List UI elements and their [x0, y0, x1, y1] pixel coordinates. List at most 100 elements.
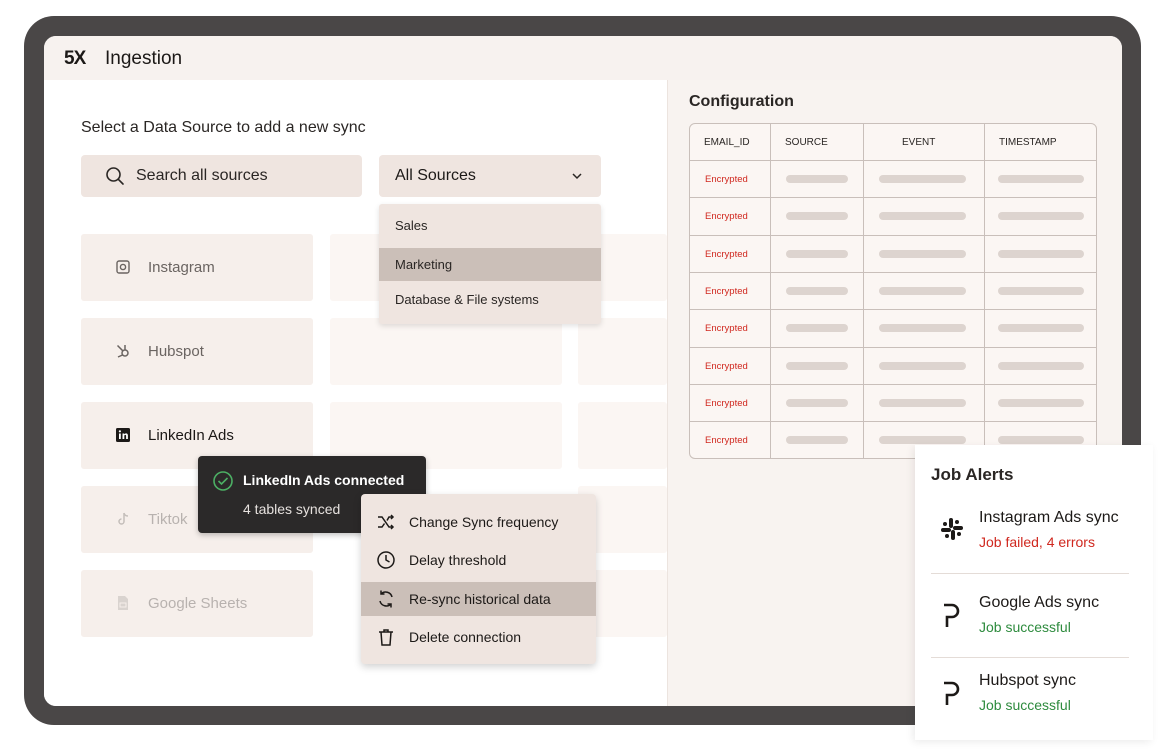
- source-label: Hubspot: [148, 343, 204, 360]
- clock-icon: [377, 551, 395, 569]
- connection-context-menu: Change Sync frequency Delay threshold Re…: [361, 494, 596, 664]
- placeholder-cell: [998, 249, 1084, 258]
- job-alerts-panel: Job Alerts Instagram Ads sync Job failed…: [915, 445, 1153, 740]
- toast-subtitle: 4 tables synced: [243, 501, 341, 517]
- placeholder-cell: [786, 324, 848, 333]
- search-placeholder: Search all sources: [136, 167, 268, 184]
- placeholder-cell: [786, 286, 848, 295]
- source-card-hubspot[interactable]: Hubspot: [81, 318, 313, 385]
- placeholder-cell: [879, 398, 966, 407]
- email-cell: Encrypted: [705, 211, 748, 223]
- email-cell: Encrypted: [705, 174, 748, 185]
- source-label: Tiktok: [148, 511, 188, 528]
- column-header: EMAIL_ID: [690, 124, 770, 160]
- source-label: LinkedIn Ads: [148, 427, 234, 444]
- menu-item-label: Delay threshold: [409, 552, 507, 568]
- placeholder-cell: [786, 175, 848, 183]
- email-cell: Encrypted: [705, 323, 748, 335]
- column-header: SOURCE: [771, 124, 863, 160]
- dropdown-option-database[interactable]: Database & File systems: [379, 283, 601, 316]
- job-alert-status: Job successful: [979, 619, 1071, 635]
- menu-item-resync-historical[interactable]: Re-sync historical data: [361, 582, 596, 616]
- job-alert-item[interactable]: Instagram Ads sync Job failed, 4 errors: [931, 509, 1129, 587]
- tiktok-icon: [118, 512, 129, 525]
- job-alert-name: Instagram Ads sync: [979, 509, 1119, 526]
- menu-item-label: Delete connection: [409, 629, 522, 645]
- table-row-divider: [690, 383, 1096, 385]
- slack-icon: [941, 518, 963, 540]
- table-row-divider: [690, 346, 1096, 348]
- job-alert-item[interactable]: Hubspot sync Job successful: [931, 672, 1129, 750]
- table-divider: [863, 124, 864, 458]
- placeholder-cell: [998, 286, 1084, 295]
- placeholder-cell: [998, 361, 1084, 370]
- option-label: Database & File systems: [395, 292, 539, 307]
- shuffle-icon: [378, 514, 395, 530]
- configuration-title: Configuration: [689, 93, 794, 110]
- placeholder-cell: [998, 398, 1084, 407]
- placeholder-cell: [998, 212, 1084, 221]
- toast-title: LinkedIn Ads connected: [243, 472, 405, 488]
- source-card-placeholder: [578, 318, 667, 385]
- logo: 5X: [64, 48, 86, 69]
- placeholder-cell: [786, 398, 848, 407]
- menu-item-delete-connection[interactable]: Delete connection: [361, 620, 596, 654]
- divider: [931, 657, 1129, 658]
- source-filter-dropdown: Sales Marketing Database & File systems: [379, 204, 601, 324]
- option-label: Marketing: [395, 257, 453, 272]
- placeholder-cell: [879, 286, 966, 295]
- configuration-table: EMAIL_ID SOURCE EVENT TIMESTAMP Encrypte…: [689, 123, 1097, 459]
- table-divider: [770, 124, 771, 458]
- placeholder-cell: [786, 361, 848, 370]
- placeholder-cell: [879, 436, 966, 445]
- p-logo-icon: [944, 603, 960, 627]
- instagram-icon: [116, 260, 130, 274]
- placeholder-cell: [998, 324, 1084, 333]
- linkedin-icon: [116, 428, 130, 442]
- source-card-instagram[interactable]: Instagram: [81, 234, 313, 301]
- hubspot-icon: [116, 344, 129, 358]
- source-card-placeholder: [578, 402, 667, 469]
- dropdown-option-sales[interactable]: Sales: [379, 209, 601, 242]
- job-alerts-title: Job Alerts: [931, 465, 1014, 484]
- source-filter-select[interactable]: All Sources: [379, 155, 601, 197]
- table-row-divider: [690, 234, 1096, 236]
- search-input[interactable]: Search all sources: [81, 155, 362, 197]
- placeholder-cell: [786, 436, 848, 445]
- app-title: Ingestion: [105, 48, 183, 69]
- placeholder-cell: [879, 249, 966, 258]
- option-label: Sales: [395, 218, 428, 233]
- placeholder-cell: [998, 175, 1084, 183]
- divider: [931, 573, 1129, 574]
- placeholder-cell: [786, 212, 848, 221]
- chevron-down-icon: [572, 173, 582, 180]
- table-row-divider: [690, 160, 1096, 161]
- job-alert-name: Hubspot sync: [979, 672, 1076, 689]
- column-header-label: EMAIL_ID: [704, 137, 750, 148]
- job-alert-name: Google Ads sync: [979, 594, 1100, 611]
- column-header-label: TIMESTAMP: [999, 137, 1057, 148]
- source-panel: Select a Data Source to add a new sync S…: [44, 80, 667, 706]
- app-header: 5X Ingestion: [44, 36, 1122, 81]
- menu-item-delay-threshold[interactable]: Delay threshold: [361, 543, 596, 577]
- menu-item-label: Change Sync frequency: [409, 514, 559, 530]
- source-card-google-sheets[interactable]: Google Sheets: [81, 570, 313, 637]
- email-cell: Encrypted: [705, 397, 748, 409]
- placeholder-cell: [879, 212, 966, 221]
- refresh-icon: [379, 590, 393, 608]
- job-alert-status: Job failed, 4 errors: [979, 534, 1095, 550]
- email-cell: Encrypted: [705, 435, 748, 447]
- job-alert-item[interactable]: Google Ads sync Job successful: [931, 594, 1129, 672]
- email-cell: Encrypted: [705, 360, 748, 372]
- menu-item-change-sync-frequency[interactable]: Change Sync frequency: [361, 505, 596, 539]
- email-cell: Encrypted: [705, 248, 748, 260]
- dropdown-option-marketing[interactable]: Marketing: [379, 248, 601, 281]
- menu-item-label: Re-sync historical data: [409, 591, 551, 607]
- column-header-label: SOURCE: [785, 137, 828, 148]
- source-label: Instagram: [148, 259, 215, 276]
- trash-icon: [379, 629, 393, 646]
- job-alert-status: Job successful: [979, 697, 1071, 713]
- email-cell: Encrypted: [705, 285, 748, 297]
- placeholder-cell: [879, 324, 966, 333]
- table-row-divider: [690, 271, 1096, 273]
